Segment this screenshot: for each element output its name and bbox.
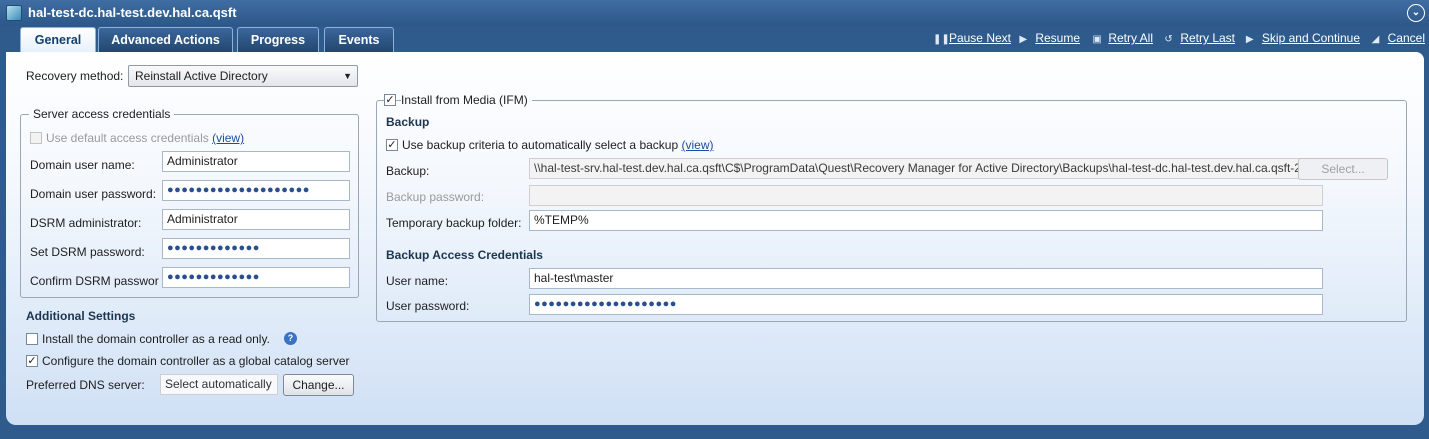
additional-settings-title: Additional Settings	[26, 309, 136, 323]
temp-folder-label: Temporary backup folder:	[386, 216, 522, 230]
user-password-label: User password:	[386, 299, 470, 313]
global-catalog-label: Configure the domain controller as a glo…	[42, 354, 350, 368]
dropdown-arrow-icon: ▼	[343, 71, 352, 81]
dsrm-admin-label: DSRM administrator:	[30, 216, 142, 230]
app-icon	[6, 5, 22, 21]
preferred-dns-value: Select automatically	[160, 374, 278, 395]
confirm-dsrm-password-label: Confirm DSRM passwor	[30, 274, 159, 288]
retry-all-button[interactable]: ▣ Retry All	[1092, 29, 1153, 47]
default-credentials-view-link[interactable]: (view)	[212, 131, 244, 145]
use-backup-criteria-checkbox[interactable]: ✓	[386, 139, 398, 151]
collapse-icon[interactable]: ⌄	[1407, 4, 1425, 22]
retry-all-label: Retry All	[1108, 31, 1153, 45]
use-default-credentials-text: Use default access credentials	[46, 131, 209, 145]
app-window: hal-test-dc.hal-test.dev.hal.ca.qsft ⌄ G…	[0, 0, 1429, 439]
backup-password-input[interactable]	[529, 185, 1323, 206]
global-catalog-checkbox[interactable]: ✓	[26, 355, 38, 367]
skip-icon: ▶	[1245, 34, 1254, 45]
backup-path-field: \\hal-test-srv.hal-test.dev.hal.ca.qsft\…	[529, 158, 1323, 179]
recovery-method-value: Reinstall Active Directory	[135, 69, 268, 83]
retry-icon: ↺	[1164, 34, 1173, 45]
play-icon: ▶	[1019, 34, 1028, 45]
backup-criteria-view-link[interactable]: (view)	[681, 138, 713, 152]
read-only-checkbox[interactable]	[26, 333, 38, 345]
tab-general[interactable]: General	[20, 27, 96, 53]
temp-folder-input[interactable]: %TEMP%	[529, 210, 1323, 231]
use-default-credentials-label: Use default access credentials (view)	[46, 131, 244, 145]
dsrm-admin-input[interactable]: Administrator	[162, 209, 350, 230]
server-credentials-legend: Server access credentials	[29, 107, 175, 121]
select-backup-button[interactable]: Select...	[1298, 158, 1388, 180]
user-name-input[interactable]: hal-test\master	[529, 268, 1323, 289]
recovery-method-select[interactable]: Reinstall Active Directory ▼	[128, 65, 358, 87]
skip-continue-label: Skip and Continue	[1261, 31, 1360, 45]
confirm-dsrm-password-input[interactable]: ●●●●●●●●●●●●●	[162, 267, 350, 288]
read-only-label: Install the domain controller as a read …	[42, 332, 270, 346]
user-password-input[interactable]: ●●●●●●●●●●●●●●●●●●●●	[529, 294, 1323, 315]
user-name-label: User name:	[386, 274, 449, 288]
pause-next-label: Pause Next	[948, 31, 1011, 45]
cancel-button[interactable]: ◢ Cancel	[1372, 29, 1425, 47]
use-backup-criteria-text: Use backup criteria to automatically sel…	[402, 138, 679, 152]
pause-icon: ❚❚	[932, 34, 950, 45]
backup-password-label: Backup password:	[386, 190, 485, 204]
domain-user-password-label: Domain user password:	[30, 187, 157, 201]
change-dns-button[interactable]: Change...	[283, 374, 354, 396]
domain-user-name-input[interactable]: Administrator	[162, 151, 350, 172]
retry-last-button[interactable]: ↺ Retry Last	[1164, 29, 1235, 47]
set-dsrm-password-label: Set DSRM password:	[30, 245, 145, 259]
retry-last-label: Retry Last	[1180, 31, 1235, 45]
backup-section-title: Backup	[386, 115, 430, 129]
tab-progress[interactable]: Progress	[237, 27, 319, 52]
use-default-credentials-checkbox[interactable]	[30, 132, 42, 144]
skip-continue-button[interactable]: ▶ Skip and Continue	[1246, 29, 1360, 47]
domain-user-password-input[interactable]: ●●●●●●●●●●●●●●●●●●●●	[162, 180, 350, 201]
set-dsrm-password-input[interactable]: ●●●●●●●●●●●●●	[162, 238, 350, 259]
help-icon[interactable]: ?	[284, 332, 297, 345]
preferred-dns-label: Preferred DNS server:	[26, 378, 145, 392]
resume-label: Resume	[1035, 31, 1080, 45]
tab-events[interactable]: Events	[324, 27, 394, 52]
backup-access-title: Backup Access Credentials	[386, 248, 543, 262]
retry-all-icon: ▣	[1092, 34, 1102, 45]
pause-next-button[interactable]: ❚❚Pause Next	[933, 29, 1011, 47]
title-bar: hal-test-dc.hal-test.dev.hal.ca.qsft ⌄	[0, 0, 1429, 26]
recovery-method-label: Recovery method:	[26, 69, 124, 83]
use-backup-criteria-label: Use backup criteria to automatically sel…	[402, 138, 713, 152]
ifm-legend: Install from Media (IFM)	[401, 93, 532, 107]
window-title: hal-test-dc.hal-test.dev.hal.ca.qsft	[28, 5, 237, 20]
cancel-label: Cancel	[1387, 31, 1425, 45]
backup-label: Backup:	[386, 164, 430, 178]
tab-advanced-actions[interactable]: Advanced Actions	[98, 27, 233, 52]
cancel-icon: ◢	[1371, 34, 1380, 45]
ifm-checkbox[interactable]: ✓	[384, 94, 396, 106]
domain-user-name-label: Domain user name:	[30, 158, 135, 172]
general-panel: Recovery method: Reinstall Active Direct…	[6, 52, 1424, 425]
resume-button[interactable]: ▶ Resume	[1019, 29, 1080, 47]
